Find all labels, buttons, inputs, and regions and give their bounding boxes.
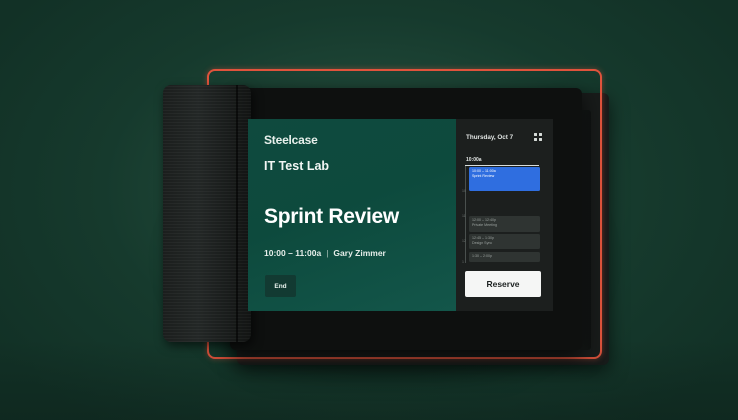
event-design-sync[interactable]: 12:45 – 1:30p Design Sync [469, 234, 540, 249]
schedule-panel: Thursday, Oct 7 10:00a 10 11 12 1 10:00 … [456, 119, 553, 311]
meeting-details: 10:00 – 11:00a | Gary Zimmer [264, 248, 386, 258]
brand-logo: Steelcase [264, 133, 318, 147]
event-private-meeting[interactable]: 12:00 – 12:40p Private Meeting [469, 216, 540, 232]
event-name: Private Meeting [472, 223, 497, 227]
hour-tick: 1 [462, 260, 464, 264]
hour-tick: 11 [462, 214, 466, 218]
event-afternoon[interactable]: 1:30 – 2:00p [469, 252, 540, 262]
reserve-button[interactable]: Reserve [465, 271, 541, 297]
bottom-vignette [0, 340, 738, 420]
room-name: IT Test Lab [264, 159, 330, 173]
meeting-separator: | [326, 248, 329, 258]
event-sprint-review[interactable]: 10:00 – 11:00a Sprint Review [469, 167, 540, 191]
end-meeting-button[interactable]: End [265, 275, 296, 297]
meeting-time: 10:00 – 11:00a [264, 248, 322, 258]
meeting-panel: Steelcase IT Test Lab Sprint Review 10:0… [248, 119, 456, 311]
scene: Steelcase IT Test Lab Sprint Review 10:0… [0, 0, 738, 420]
now-indicator [465, 165, 539, 166]
grid-icon[interactable] [534, 133, 543, 142]
event-name: Sprint Review [472, 174, 495, 178]
meeting-title: Sprint Review [264, 205, 399, 228]
event-name: Design Sync [472, 241, 493, 245]
hour-tick: 10 [462, 189, 466, 193]
current-time: 10:00a [466, 157, 482, 163]
schedule-date: Thursday, Oct 7 [466, 134, 514, 141]
hour-tick: 12 [462, 239, 466, 243]
handset-seam [236, 85, 238, 342]
device-screen: Steelcase IT Test Lab Sprint Review 10:0… [248, 119, 553, 311]
meeting-organizer: Gary Zimmer [333, 248, 386, 258]
event-time: 1:30 – 2:00p [472, 254, 492, 258]
